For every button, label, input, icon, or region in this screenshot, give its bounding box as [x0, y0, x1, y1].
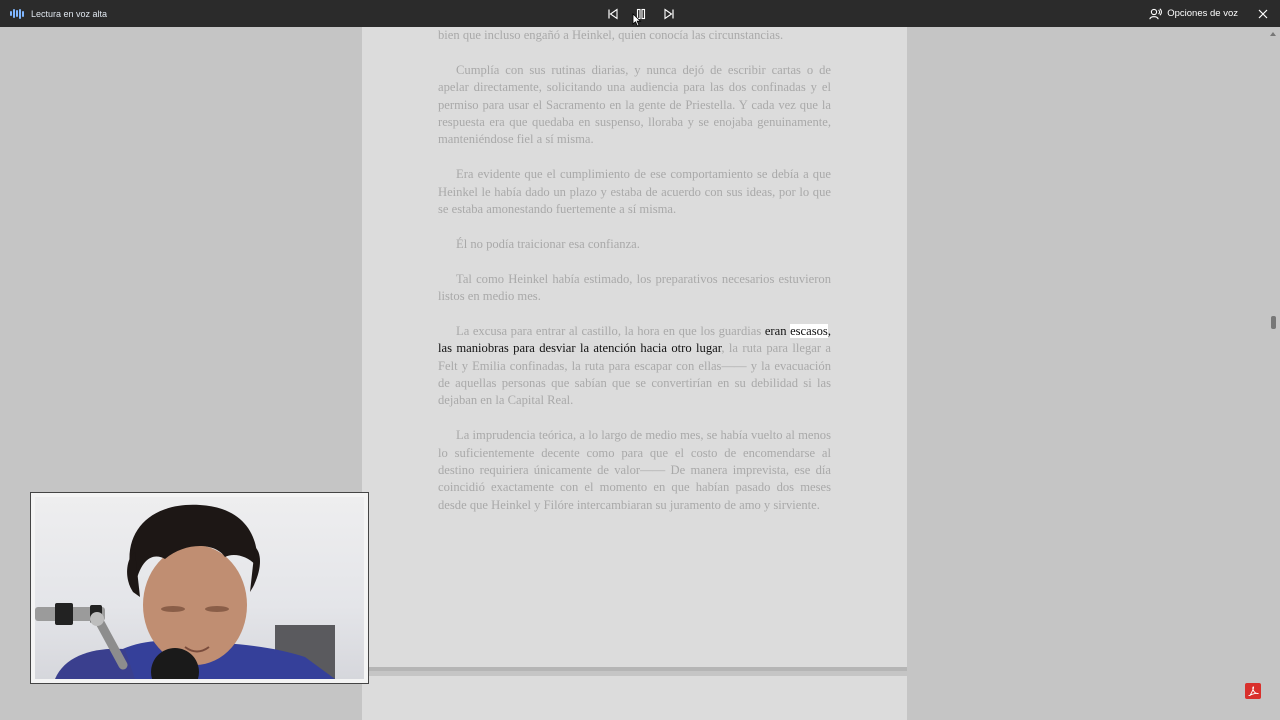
previous-paragraph-button[interactable] [604, 5, 622, 23]
webcam-feed [35, 497, 364, 679]
reading-paragraph: La excusa para entrar al castillo, la ho… [438, 323, 831, 410]
read-aloud-title: Lectura en voz alta [31, 8, 108, 19]
close-read-aloud-button[interactable] [1250, 1, 1276, 27]
paragraph: bien que incluso engañó a Heinkel, quien… [438, 28, 784, 42]
paragraph: Era evidente que el cumplimiento de ese … [438, 167, 831, 217]
next-paragraph-button[interactable] [660, 5, 678, 23]
page-divider [368, 667, 907, 671]
paragraph: Él no podía traicionar esa confianza. [456, 236, 640, 251]
sound-wave-icon [10, 8, 24, 19]
acrobat-icon [1247, 685, 1259, 696]
toolbar-right: Opciones de voz [1149, 0, 1280, 27]
paragraph: Tal como Heinkel había estimado, los pre… [438, 271, 831, 304]
paragraph: La imprudencia teórica, a lo largo de me… [438, 428, 831, 512]
highlighted-word: escasos [790, 323, 828, 338]
voice-options-button[interactable]: Opciones de voz [1149, 7, 1238, 20]
scrollbar-thumb[interactable] [1271, 316, 1276, 329]
previous-icon [608, 7, 618, 20]
active-sentence-start: eran [764, 323, 791, 338]
paragraph: Cumplía con sus rutinas diarias, y nunca… [438, 62, 831, 147]
voice-options-label: Opciones de voz [1167, 8, 1238, 19]
read-aloud-title-group: Lectura en voz alta [10, 0, 107, 27]
close-icon [1258, 9, 1268, 18]
next-document-page [362, 676, 907, 720]
voice-person-icon [1149, 7, 1163, 19]
person-image [35, 504, 335, 679]
mouse-cursor-icon [632, 13, 642, 27]
next-icon [664, 7, 674, 20]
pdf-icon[interactable] [1245, 683, 1261, 699]
webcam-overlay [30, 492, 369, 684]
document-text: bien que incluso engañó a Heinkel, quien… [438, 27, 831, 532]
paragraph-text-before: La excusa para entrar al castillo, la ho… [456, 323, 765, 338]
scroll-up-arrow-icon[interactable] [1269, 30, 1277, 38]
